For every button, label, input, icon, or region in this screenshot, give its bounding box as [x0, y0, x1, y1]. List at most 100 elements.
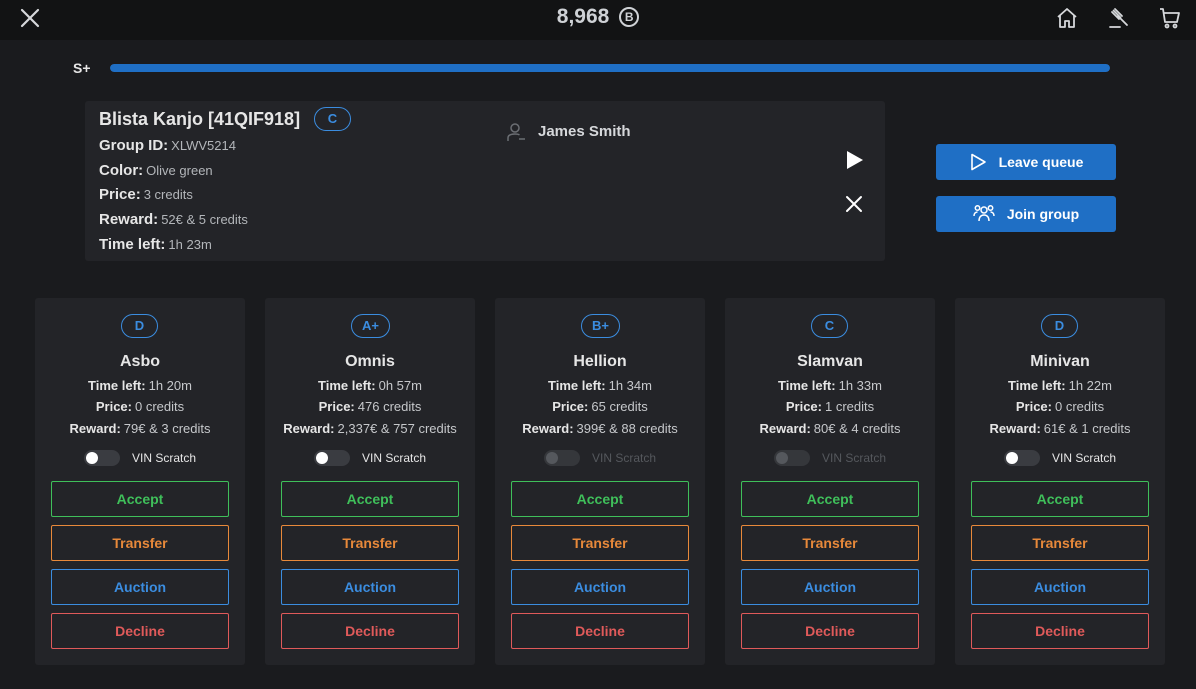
play-icon[interactable]	[843, 149, 865, 171]
gavel-icon[interactable]	[1107, 6, 1131, 30]
offer-vehicle-name: Hellion	[573, 353, 627, 370]
level-progress-bar	[110, 64, 1110, 72]
offer-grade-badge: B+	[581, 314, 620, 338]
offer-vehicle-name: Minivan	[1030, 353, 1090, 370]
info-value: 52€ & 5 credits	[161, 212, 248, 227]
offer-value: 0h 57m	[378, 378, 422, 393]
accept-button[interactable]: Accept	[511, 481, 689, 517]
vin-scratch-toggle[interactable]	[543, 450, 580, 466]
info-label: Group ID:	[99, 137, 169, 154]
decline-button[interactable]: Decline	[971, 613, 1149, 649]
offer-label: Price:	[318, 399, 355, 414]
vin-scratch-row: VIN Scratch	[265, 450, 475, 466]
transfer-button[interactable]: Transfer	[511, 525, 689, 561]
toggle-knob	[545, 452, 558, 464]
toggle-knob	[315, 452, 328, 464]
vin-scratch-label: VIN Scratch	[361, 451, 427, 465]
offer-label: Price:	[785, 399, 822, 414]
auction-button[interactable]: Auction	[741, 569, 919, 605]
offer-label: Time left:	[548, 378, 606, 393]
offer-time-left: Time left: 0h 57m	[265, 378, 475, 393]
accept-button[interactable]: Accept	[281, 481, 459, 517]
info-color: Color: Olive green	[99, 162, 213, 179]
info-group-id: Group ID: XLWV5214	[99, 137, 236, 154]
offer-label: Reward:	[989, 421, 1041, 436]
accept-button[interactable]: Accept	[971, 481, 1149, 517]
auction-button[interactable]: Auction	[971, 569, 1149, 605]
offer-value: 65 credits	[591, 399, 648, 414]
info-value: 1h 23m	[168, 237, 212, 252]
info-value: Olive green	[146, 163, 213, 178]
info-value: 3 credits	[143, 187, 193, 202]
offer-grade-badge: D	[1041, 314, 1078, 338]
offer-label: Reward:	[283, 421, 335, 436]
offer-vehicle-name: Asbo	[120, 353, 160, 370]
offer-vehicle-name: Slamvan	[797, 353, 863, 370]
offer-value: 476 credits	[357, 399, 422, 414]
offer-value: 0 credits	[135, 399, 185, 414]
offer-time-left: Time left: 1h 33m	[725, 378, 935, 393]
vin-scratch-label: VIN Scratch	[1051, 451, 1117, 465]
offer-label: Price:	[95, 399, 132, 414]
auction-button[interactable]: Auction	[511, 569, 689, 605]
offer-label: Time left:	[1008, 378, 1066, 393]
offer-label: Time left:	[318, 378, 376, 393]
vin-scratch-toggle[interactable]	[1003, 450, 1040, 466]
offer-card: A+ Omnis Time left: 0h 57m Price: 476 credits…	[265, 298, 475, 665]
vin-scratch-toggle[interactable]	[313, 450, 350, 466]
offer-label: Price:	[552, 399, 589, 414]
vin-scratch-toggle[interactable]	[83, 450, 120, 466]
offer-time-left: Time left: 1h 22m	[955, 378, 1165, 393]
offer-time-left: Time left: 1h 20m	[35, 378, 245, 393]
offer-reward: Reward: 2,337€ & 757 credits	[265, 421, 475, 436]
decline-button[interactable]: Decline	[511, 613, 689, 649]
offer-value: 79€ & 3 credits	[123, 421, 211, 436]
offer-reward: Reward: 399€ & 88 credits	[495, 421, 705, 436]
cancel-icon[interactable]	[843, 193, 865, 215]
level-label: S+	[73, 60, 91, 76]
owner-name: James Smith	[538, 123, 631, 140]
decline-button[interactable]: Decline	[741, 613, 919, 649]
offer-price: Price: 65 credits	[495, 399, 705, 414]
offer-card: D Asbo Time left: 1h 20m Price: 0 credits Rewa…	[35, 298, 245, 665]
info-value: XLWV5214	[171, 138, 236, 153]
decline-button[interactable]: Decline	[281, 613, 459, 649]
vin-scratch-toggle[interactable]	[773, 450, 810, 466]
offer-price: Price: 476 credits	[265, 399, 475, 414]
offer-reward: Reward: 79€ & 3 credits	[35, 421, 245, 436]
decline-button[interactable]: Decline	[51, 613, 229, 649]
transfer-button[interactable]: Transfer	[51, 525, 229, 561]
accept-button[interactable]: Accept	[51, 481, 229, 517]
cart-icon[interactable]	[1158, 6, 1182, 30]
offer-value: 0 credits	[1055, 399, 1105, 414]
transfer-button[interactable]: Transfer	[971, 525, 1149, 561]
vin-scratch-label: VIN Scratch	[591, 451, 657, 465]
leave-queue-button[interactable]: Leave queue	[936, 144, 1116, 180]
home-icon[interactable]	[1055, 6, 1079, 30]
transfer-button[interactable]: Transfer	[741, 525, 919, 561]
vehicle-title: Blista Kanjo [41QIF918]	[99, 109, 301, 129]
auction-button[interactable]: Auction	[51, 569, 229, 605]
vin-scratch-row: VIN Scratch	[955, 450, 1165, 466]
transfer-button[interactable]: Transfer	[281, 525, 459, 561]
vin-scratch-label: VIN Scratch	[131, 451, 197, 465]
offer-label: Reward:	[522, 421, 574, 436]
vin-scratch-row: VIN Scratch	[35, 450, 245, 466]
offer-value: 1h 20m	[148, 378, 192, 393]
info-price: Price: 3 credits	[99, 186, 193, 203]
info-time-left: Time left: 1h 23m	[99, 236, 212, 253]
offer-value: 1 credits	[825, 399, 875, 414]
info-label: Color:	[99, 162, 144, 179]
offer-price: Price: 1 credits	[725, 399, 935, 414]
offer-label: Reward:	[69, 421, 121, 436]
auction-button[interactable]: Auction	[281, 569, 459, 605]
offer-card: B+ Hellion Time left: 1h 34m Price: 65 credit…	[495, 298, 705, 665]
accept-button[interactable]: Accept	[741, 481, 919, 517]
offer-time-left: Time left: 1h 34m	[495, 378, 705, 393]
offer-grade-badge: C	[811, 314, 848, 338]
current-vehicle-card: Blista Kanjo [41QIF918] C Group ID: XLWV5…	[85, 101, 885, 261]
join-group-button[interactable]: Join group	[936, 196, 1116, 232]
offer-card: D Minivan Time left: 1h 22m Price: 0 credits R…	[955, 298, 1165, 665]
vin-scratch-row: VIN Scratch	[495, 450, 705, 466]
offer-price: Price: 0 credits	[35, 399, 245, 414]
